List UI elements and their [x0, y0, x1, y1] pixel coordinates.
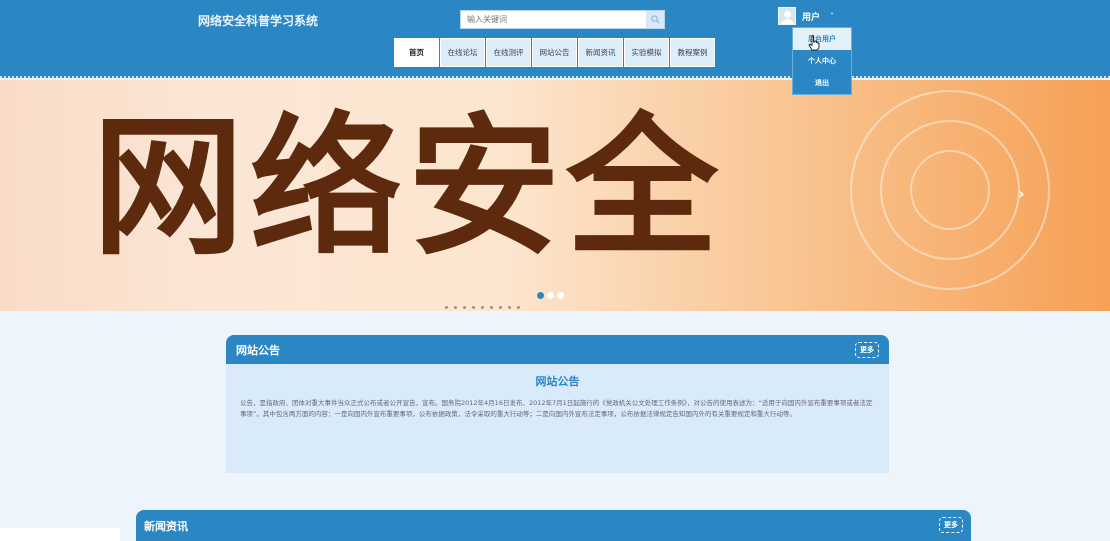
menu-item-logout[interactable]: 退出: [793, 72, 851, 94]
search-icon: [650, 15, 660, 24]
banner-decoration: [910, 150, 990, 230]
notice-title[interactable]: 网站公告: [226, 373, 889, 389]
hero-banner[interactable]: 网络安全 ›: [0, 80, 1110, 311]
banner-pattern-dots: [445, 306, 526, 309]
user-dropdown-menu: 后台用户 个人中心 退出: [792, 27, 852, 95]
carousel-dot[interactable]: [547, 292, 554, 299]
hand-cursor-icon: [808, 35, 820, 51]
notice-more-button[interactable]: 更多: [855, 341, 879, 358]
site-header: 网络安全科普学习系统 用户 ˅ 首页 在线论坛 在线测评 网站公告 新闻资讯 实…: [0, 0, 1110, 78]
user-label: 用户: [802, 12, 821, 23]
search-button[interactable]: [646, 11, 664, 28]
chevron-right-icon[interactable]: ›: [1018, 184, 1025, 203]
nav-item-tutorial[interactable]: 教程案例: [670, 38, 715, 67]
nav-item-lab[interactable]: 实验模拟: [624, 38, 669, 67]
carousel-dot[interactable]: [557, 292, 564, 299]
news-panel-title: 新闻资讯: [144, 520, 188, 533]
menu-item-profile[interactable]: 个人中心: [793, 50, 851, 72]
notice-panel-header: 网站公告 更多: [226, 335, 889, 364]
notice-body: 公告，是指政府、团体对重大事件当众正式公布或者公开宣告，宣布。国务院2012年4…: [240, 399, 873, 418]
avatar: [778, 7, 796, 25]
page-corner: [0, 528, 120, 541]
banner-headline: 网络安全: [92, 97, 724, 276]
search-input[interactable]: [461, 11, 647, 28]
chevron-down-icon: ˅: [830, 11, 835, 21]
main-nav: 首页 在线论坛 在线测评 网站公告 新闻资讯 实验模拟 教程案例: [394, 38, 716, 67]
nav-item-news[interactable]: 新闻资讯: [578, 38, 623, 67]
nav-item-notice[interactable]: 网站公告: [532, 38, 577, 67]
search-box: [460, 10, 665, 29]
notice-panel-footer: [226, 473, 889, 485]
carousel-indicators: [537, 292, 567, 299]
user-menu-trigger[interactable]: 用户 ˅: [778, 7, 834, 25]
notice-panel-title: 网站公告: [236, 343, 280, 357]
notice-panel: 网站公告 更多 网站公告 公告，是指政府、团体对重大事件当众正式公布或者公开宣告…: [226, 335, 889, 485]
carousel-dot[interactable]: [537, 292, 544, 299]
news-more-button[interactable]: 更多: [939, 517, 963, 533]
nav-item-home[interactable]: 首页: [394, 38, 439, 67]
menu-item-admin[interactable]: 后台用户: [793, 28, 851, 50]
nav-item-forum[interactable]: 在线论坛: [440, 38, 485, 67]
site-title: 网络安全科普学习系统: [198, 14, 319, 28]
nav-item-assessment[interactable]: 在线测评: [486, 38, 531, 67]
news-panel-header: 新闻资讯 更多: [136, 510, 971, 541]
